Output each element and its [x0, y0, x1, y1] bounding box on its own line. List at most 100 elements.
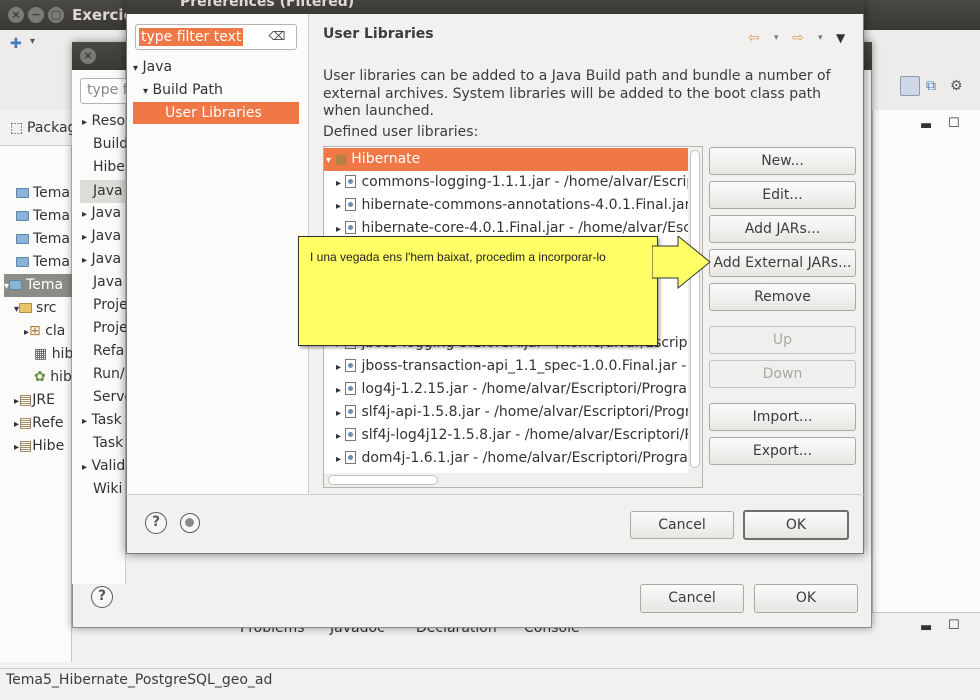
button-bar-separator — [126, 494, 864, 495]
page-description: User libraries can be added to a Java Bu… — [323, 68, 831, 119]
back-arrow-icon[interactable]: ⇦ — [748, 30, 760, 46]
maximize-view-icon[interactable]: ☐ — [948, 116, 960, 131]
forward-arrow-icon[interactable]: ⇨ — [792, 30, 804, 46]
outer-nav-item[interactable]: Run/ — [93, 366, 125, 382]
filter-input-text[interactable]: type filter text — [139, 28, 244, 46]
remove-button[interactable]: Remove — [709, 283, 856, 311]
page-title: User Libraries — [323, 26, 434, 42]
outer-nav-item[interactable]: ▸ Java — [82, 228, 121, 244]
chevron-down-icon[interactable]: ▾ — [30, 36, 35, 47]
jar-row[interactable]: ▸ log4j-1.2.15.jar - /home/alvar/Escript… — [324, 378, 688, 401]
add-jars-button[interactable]: Add JARs... — [709, 215, 856, 243]
close-icon[interactable]: × — [8, 7, 24, 23]
folder-icon — [16, 257, 29, 267]
explorer-project[interactable]: Tema — [16, 185, 70, 201]
nav-item-java[interactable]: ▾ Java — [133, 56, 172, 78]
edit-button[interactable]: Edit... — [709, 181, 856, 209]
outer-nav-item[interactable]: Proje — [93, 320, 128, 336]
record-macro-icon[interactable] — [180, 513, 200, 533]
outer-nav-item[interactable]: Build — [93, 136, 128, 152]
outer-ok-button[interactable]: OK — [754, 584, 858, 613]
explorer-project[interactable]: Tema — [16, 231, 70, 247]
nav-item-build-path[interactable]: ▾ Build Path — [143, 79, 223, 101]
outer-nav-item[interactable]: Wiki — [93, 481, 122, 497]
jar-row[interactable]: ▸ slf4j-api-1.5.8.jar - /home/alvar/Escr… — [324, 401, 688, 424]
outer-nav-item[interactable]: ▸ Task — [82, 412, 122, 428]
defined-libraries-label: Defined user libraries: — [323, 124, 479, 140]
explorer-library[interactable]: ▸▤Refe — [14, 415, 64, 431]
explorer-src-folder[interactable]: ▾ src — [14, 300, 56, 316]
outer-nav-item-selected[interactable]: Java — [80, 180, 126, 203]
maximize-icon[interactable]: □ — [48, 7, 64, 23]
explorer-file[interactable]: ✿ hib — [34, 369, 72, 385]
help-icon[interactable]: ? — [145, 512, 167, 534]
chevron-down-icon: ▾ — [143, 86, 149, 97]
add-external-jars-button[interactable]: Add External JARs... — [709, 249, 856, 277]
jar-row[interactable]: ▸ hibernate-commons-annotations-4.0.1.Fi… — [324, 194, 688, 217]
maximize-view-icon[interactable]: ☐ — [948, 618, 960, 633]
view-menu-icon[interactable]: ▼ — [836, 31, 845, 45]
horizontal-scrollbar-thumb[interactable] — [328, 475, 438, 485]
outer-nav-item[interactable]: Refa — [93, 343, 124, 359]
nav-item-user-libraries[interactable]: User Libraries — [133, 102, 299, 124]
ok-button[interactable]: OK — [743, 510, 849, 540]
jar-row[interactable]: ▸ dom4j-1.6.1.jar - /home/alvar/Escripto… — [324, 447, 688, 470]
outer-nav-item[interactable]: ▸ Java — [82, 251, 121, 267]
jar-icon — [345, 428, 357, 441]
explorer-package[interactable]: ▸⊞ cla — [24, 323, 65, 339]
perspective-java-icon[interactable] — [900, 76, 920, 96]
library-icon: ▤ — [335, 152, 347, 166]
outer-nav-item[interactable]: ▸ Valid — [82, 458, 125, 474]
cancel-button[interactable]: Cancel — [630, 511, 734, 539]
perspective-other-icon[interactable]: ⚙ — [950, 78, 963, 94]
explorer-project[interactable]: Tema — [16, 254, 70, 270]
export-button[interactable]: Export... — [709, 437, 856, 465]
explorer-library[interactable]: ▸▤JRE — [14, 392, 55, 408]
close-icon[interactable]: × — [80, 48, 96, 64]
outer-nav-item[interactable]: Task — [93, 435, 123, 451]
up-button[interactable]: Up — [709, 326, 856, 354]
package-explorer-icon: ⬚ — [10, 120, 24, 136]
outer-nav-item[interactable]: Proje — [93, 297, 128, 313]
library-icon: ▤ — [19, 415, 33, 431]
explorer-project[interactable]: Tema — [16, 208, 70, 224]
minimize-view-icon[interactable]: ▬ — [920, 620, 932, 635]
outer-filter-input[interactable]: type f — [80, 78, 132, 104]
jar-icon — [345, 451, 357, 464]
explorer-library[interactable]: ▸▤Hibe — [14, 438, 64, 454]
library-row-hibernate[interactable]: ▾ ▤ Hibernate — [324, 148, 688, 171]
new-wizard-icon[interactable]: ✚ — [10, 36, 22, 52]
down-button[interactable]: Down — [709, 360, 856, 388]
explorer-file[interactable]: ▦ hib — [34, 346, 73, 362]
outline-panel — [872, 110, 980, 670]
chevron-down-icon[interactable]: ▾ — [818, 33, 823, 43]
import-button[interactable]: Import... — [709, 403, 856, 431]
outer-cancel-button[interactable]: Cancel — [640, 584, 744, 613]
jar-icon — [345, 405, 357, 418]
jar-icon — [345, 221, 357, 234]
perspective-debug-icon[interactable]: ⧉ — [926, 78, 936, 94]
outer-nav-item[interactable]: Hibe — [93, 159, 125, 175]
jar-icon — [345, 359, 357, 372]
source-folder-icon — [19, 303, 33, 313]
package-icon: ⊞ — [29, 323, 41, 339]
jar-row[interactable]: ▸ commons-logging-1.1.1.jar - /home/alva… — [324, 171, 688, 194]
package-explorer-title: Packag — [27, 120, 77, 136]
explorer-project-selected[interactable]: ▾ Tema — [4, 274, 72, 297]
callout-arrow-icon — [652, 236, 711, 290]
jar-row[interactable]: ▸ jboss-transaction-api_1.1_spec-1.0.0.F… — [324, 355, 688, 378]
outer-nav-item[interactable]: ▸ Java — [82, 205, 121, 221]
outer-nav-item[interactable]: ▸ Reso — [82, 113, 125, 129]
jar-icon — [345, 175, 357, 188]
chevron-down-icon[interactable]: ▾ — [774, 33, 779, 43]
vertical-scrollbar-thumb[interactable] — [690, 150, 700, 468]
minimize-view-icon[interactable]: ▬ — [920, 118, 932, 133]
minimize-icon[interactable]: − — [28, 7, 44, 23]
outer-nav-item[interactable]: Java — [93, 274, 123, 290]
clear-filter-icon[interactable]: ⌫ — [268, 29, 286, 45]
help-icon[interactable]: ? — [91, 586, 113, 608]
jar-row[interactable]: ▸ slf4j-log4j12-1.5.8.jar - /home/alvar/… — [324, 424, 688, 447]
library-icon: ▤ — [19, 392, 33, 408]
new-button[interactable]: New... — [709, 147, 856, 175]
chevron-down-icon: ▾ — [133, 63, 139, 74]
